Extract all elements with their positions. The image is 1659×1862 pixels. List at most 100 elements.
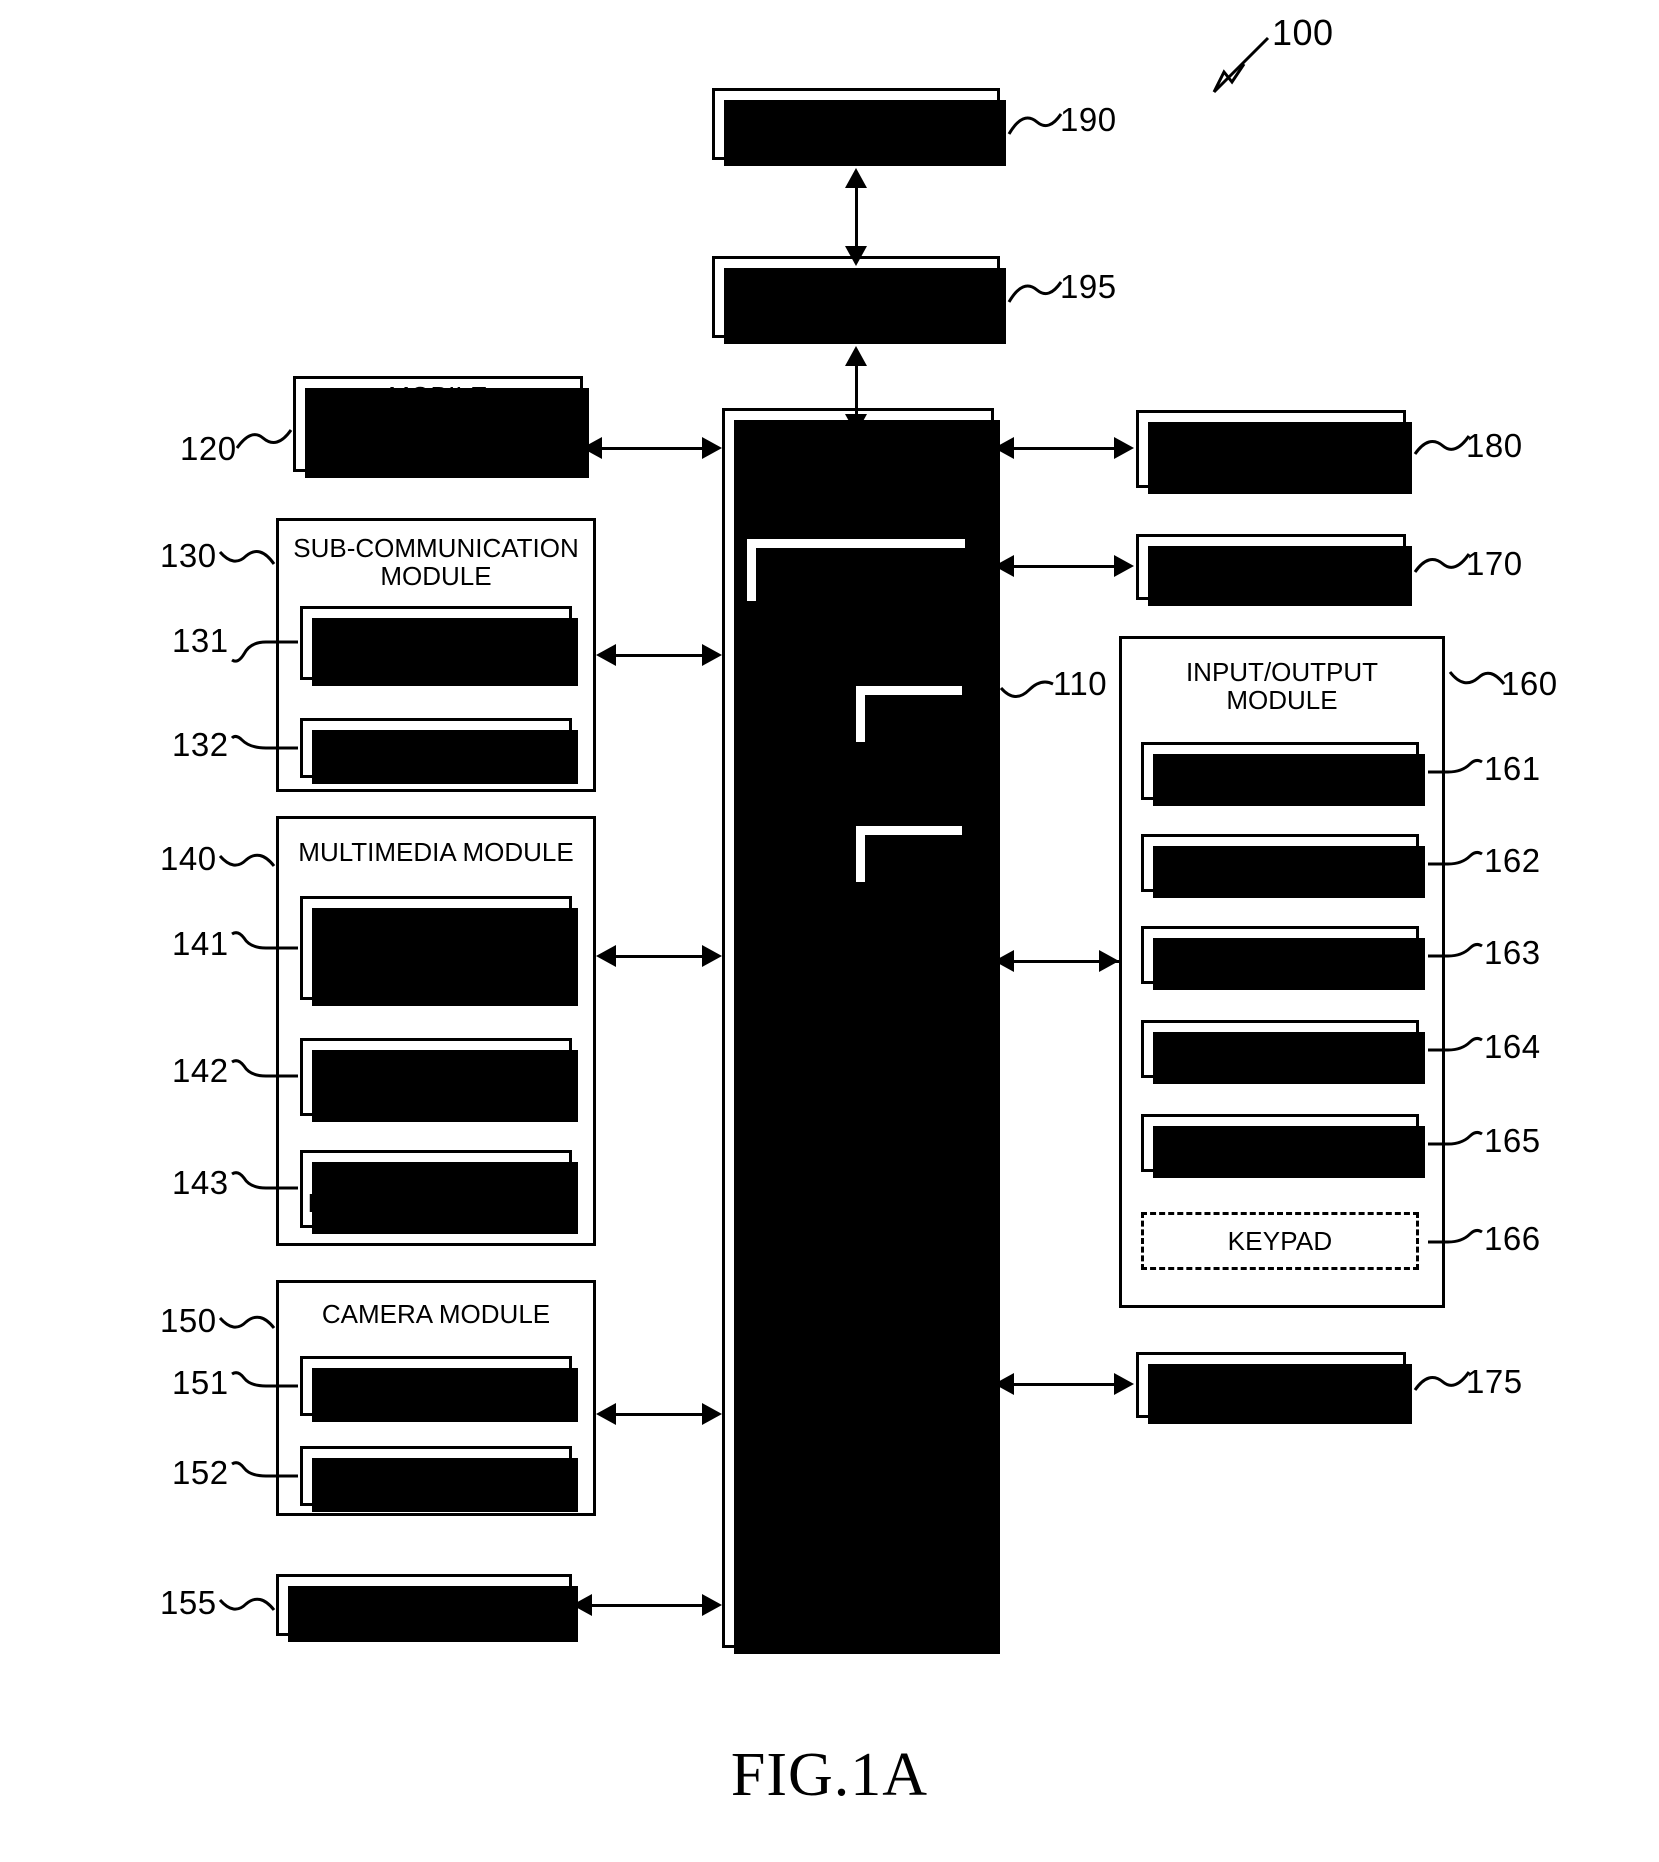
psu-ctrl-line (1013, 447, 1123, 450)
broadcasting-communication-module-label: BROADCASTING COMMUNICATION MODULE (323, 904, 549, 992)
ref-155-leader (218, 1597, 276, 1611)
moving-picture-playback-module-box: MOVING PICTURE PLAYBACK MODULE (300, 1150, 578, 1234)
ref-164: 164 (1484, 1028, 1541, 1065)
speaker-label: SPEAKER (1217, 939, 1343, 970)
mobile-communication-module-box: MOBILE COMMUNICATION MODULE (293, 376, 589, 478)
ram-box: RAM (853, 823, 971, 891)
scm-arrow-right (702, 644, 722, 666)
ref-130-leader (218, 550, 276, 565)
cpu-box: CPU (744, 536, 974, 610)
ref-160: 160 (1501, 665, 1558, 702)
io-arrow-left (994, 950, 1014, 972)
cpu-rom-arrow-right (832, 702, 852, 724)
ref-151: 151 (172, 1364, 229, 1401)
ref-161: 161 (1484, 750, 1541, 787)
scm-ctrl-line (615, 654, 711, 657)
broadcasting-communication-module-box: BROADCASTING COMMUNICATION MODULE (300, 896, 578, 1006)
first-camera-box: FIRST CAMERA (300, 1356, 578, 1422)
ref-111: 111 (892, 484, 944, 521)
ref-150: 150 (160, 1302, 217, 1339)
touch-screen-label: TOUCH SCREEN (751, 108, 961, 139)
ts-tsc-arrow-up (845, 168, 867, 188)
ref-130: 130 (160, 537, 217, 574)
ref-165: 165 (1484, 1122, 1541, 1159)
keypad-label: KEYPAD (1227, 1225, 1333, 1256)
ref-110-leader (999, 680, 1054, 698)
sensor-ctrl-line (1013, 565, 1123, 568)
ref-195-leader (1007, 281, 1063, 303)
ref-143: 143 (172, 1164, 229, 1201)
ref-152: 152 (172, 1454, 229, 1491)
microphone-label: MICROPHONE (1189, 847, 1371, 878)
audio-playback-module-label: AUDIO PLAYBACK MODULE (322, 1047, 550, 1106)
ref-160-leader (1448, 671, 1506, 685)
mcm-arrow-left (582, 437, 602, 459)
cpu-ram-arrow-left (768, 842, 788, 864)
sensor-module-box: SENSOR MODULE (1136, 534, 1412, 606)
ref-150-leader (218, 1315, 276, 1329)
cam-arrow-left (596, 1403, 616, 1425)
ref-120: 120 (180, 430, 237, 467)
wireless-lan-module-box: WIRELESS LAN MODULE (300, 606, 578, 686)
storage-unit-label: STORAGE UNIT (1172, 1369, 1370, 1400)
storage-arrow-left (994, 1373, 1014, 1395)
gps-module-label: GPS MODULE (336, 1589, 512, 1620)
ref-190-leader (1007, 113, 1063, 135)
cpu-ram-arrow-right (832, 842, 852, 864)
connector-label: CONNECTOR (1195, 1127, 1365, 1158)
tsc-ctrl-arrow-up (845, 346, 867, 366)
ref-141-leader (231, 931, 298, 950)
audio-playback-module-box: AUDIO PLAYBACK MODULE (300, 1038, 578, 1122)
button-box: BUTTON (1141, 742, 1425, 806)
ref-164-leader (1428, 1036, 1483, 1052)
power-supply-unit-label: POWER SUPPLY UNIT (1166, 419, 1376, 478)
sub-communication-module-title: SUB-COMMUNICATION MODULE (293, 533, 579, 592)
second-camera-label: SECOND CAMERA (319, 1460, 553, 1491)
speaker-box: SPEAKER (1141, 926, 1425, 990)
wireless-lan-module-label: WIRELESS LAN MODULE (338, 613, 534, 672)
storage-arrow-right (1114, 1373, 1134, 1395)
storage-ctrl-line (1013, 1383, 1123, 1386)
patent-figure-page: 100 TOUCH SCREEN 190 TOUCH SCREEN CONTRO… (0, 0, 1659, 1862)
touch-screen-controller-label: TOUCH SCREEN CONTROLLER (751, 267, 961, 326)
ts-tsc-arrow-down (845, 246, 867, 266)
mm-arrow-left (596, 945, 616, 967)
multimedia-module-title: MULTIMEDIA MODULE (298, 837, 574, 867)
ts-tsc-line (855, 178, 858, 252)
camera-module-title: CAMERA MODULE (321, 1299, 551, 1329)
ref-162-leader (1428, 850, 1483, 866)
ref-120-leader (235, 429, 293, 449)
ref-170: 170 (1466, 545, 1523, 582)
gps-ctrl-line (591, 1604, 711, 1607)
ref-112: 112 (928, 630, 983, 667)
cpu-rom-arrow-left (768, 702, 788, 724)
mobile-communication-module-label: MOBILE COMMUNICATION MODULE (325, 380, 551, 468)
gps-module-box: GPS MODULE (276, 1574, 578, 1642)
ref-162: 162 (1484, 842, 1541, 879)
ref-131-leader (231, 640, 298, 663)
cpu-bus-arrow (760, 1272, 782, 1292)
touch-screen-box: TOUCH SCREEN (712, 88, 1006, 166)
ref-195: 195 (1060, 268, 1117, 305)
ref-175: 175 (1466, 1363, 1523, 1400)
mm-arrow-right (702, 945, 722, 967)
mcm-arrow-right (702, 437, 722, 459)
cpu-ram-line (788, 852, 834, 855)
storage-unit-box: STORAGE UNIT (1136, 1352, 1412, 1424)
psu-arrow-right (1114, 437, 1134, 459)
ref-142-leader (231, 1059, 298, 1078)
input-output-module-title: INPUT/OUTPUT MODULE (1185, 657, 1379, 716)
microphone-box: MICROPHONE (1141, 834, 1425, 898)
ref-175-leader (1413, 1371, 1471, 1391)
cpu-rom-line (788, 712, 834, 715)
figure-caption: FIG.1A (730, 1741, 929, 1809)
ref-113: 113 (928, 770, 983, 807)
ref-161-leader (1428, 758, 1483, 774)
device-ref-100: 100 (1272, 12, 1334, 53)
vibration-motor-label: VIBRATION MOTOR (1157, 1033, 1403, 1064)
psu-arrow-left (994, 437, 1014, 459)
moving-picture-playback-module-label: MOVING PICTURE PLAYBACK MODULE (307, 1159, 565, 1218)
mcm-ctrl-line (601, 447, 711, 450)
ref-180-leader (1413, 435, 1471, 455)
cam-ctrl-line (615, 1413, 711, 1416)
